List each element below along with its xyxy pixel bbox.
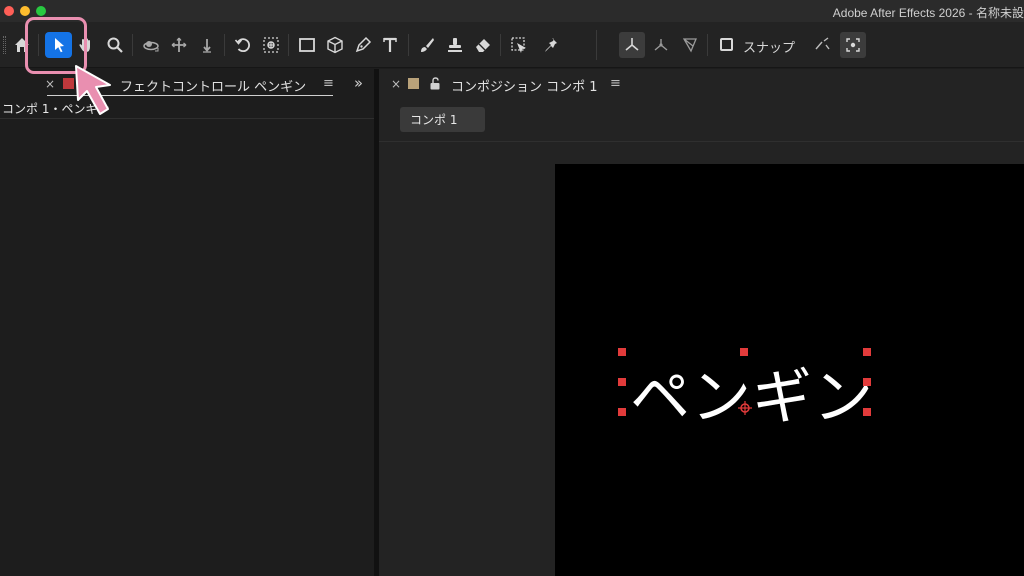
transform-handle[interactable] bbox=[863, 348, 871, 356]
rotate-icon[interactable] bbox=[231, 33, 255, 57]
comp-breadcrumb-button[interactable]: コンポ 1 bbox=[400, 107, 485, 132]
close-tab-icon[interactable]: × bbox=[391, 77, 401, 91]
transform-handle[interactable] bbox=[618, 378, 626, 386]
transform-handle[interactable] bbox=[863, 378, 871, 386]
unlock-icon[interactable] bbox=[429, 75, 441, 90]
transform-handle[interactable] bbox=[618, 408, 626, 416]
minimize-window-button[interactable] bbox=[20, 6, 30, 16]
app-title: Adobe After Effects 2026 - 名称未設 bbox=[832, 6, 1024, 20]
transform-handle[interactable] bbox=[863, 408, 871, 416]
panel-menu-icon[interactable]: ≡ bbox=[610, 76, 621, 91]
transform-handle[interactable] bbox=[618, 348, 626, 356]
axis-view-icon[interactable] bbox=[678, 33, 702, 57]
eraser-icon[interactable] bbox=[471, 33, 495, 57]
panel-menu-icon[interactable]: ≡ bbox=[323, 76, 334, 91]
tools-toolbar: スナップ bbox=[0, 22, 1024, 68]
pan-behind-icon[interactable] bbox=[259, 33, 283, 57]
toolbar-separator bbox=[288, 34, 289, 56]
zoom-window-button[interactable] bbox=[36, 6, 46, 16]
puppet-pin-icon[interactable] bbox=[540, 33, 564, 57]
comp-color-label bbox=[408, 78, 419, 89]
expand-panels-icon[interactable]: ›› bbox=[354, 74, 363, 92]
clone-stamp-icon[interactable] bbox=[443, 33, 467, 57]
3d-cube-icon[interactable] bbox=[323, 33, 347, 57]
toolbar-separator bbox=[596, 30, 597, 60]
panel-divider bbox=[0, 118, 374, 119]
dolly-camera-icon[interactable] bbox=[195, 33, 219, 57]
toolbar-separator bbox=[500, 34, 501, 56]
toolbar-separator bbox=[408, 34, 409, 56]
composition-panel: × コンポジション コンポ 1 ≡ コンポ 1 ペンギン bbox=[379, 69, 1024, 576]
close-window-button[interactable] bbox=[4, 6, 14, 16]
axis-world-icon[interactable] bbox=[649, 33, 673, 57]
composition-tab-label: コンポジション コンポ 1 bbox=[451, 80, 598, 95]
close-tab-icon[interactable]: × bbox=[45, 77, 55, 91]
effect-controls-tab-label: フェクトコントロール ペンギン bbox=[120, 80, 307, 95]
roto-brush-icon[interactable] bbox=[507, 33, 531, 57]
toolbar-grip[interactable] bbox=[3, 36, 6, 54]
toolbar-separator bbox=[132, 34, 133, 56]
orbit-camera-icon[interactable] bbox=[139, 33, 163, 57]
title-bar: Adobe After Effects 2026 - 名称未設 bbox=[0, 0, 1024, 22]
toolbar-separator bbox=[707, 34, 708, 56]
zoom-icon[interactable] bbox=[103, 33, 127, 57]
toolbar-separator bbox=[224, 34, 225, 56]
rectangle-icon[interactable] bbox=[295, 33, 319, 57]
snap-icon[interactable] bbox=[810, 33, 834, 57]
anchor-point-icon[interactable] bbox=[738, 400, 752, 415]
text-icon[interactable] bbox=[379, 33, 403, 57]
transform-handle[interactable] bbox=[740, 348, 748, 356]
effect-controls-panel: × フェクトコントロール ペンギン ≡ ›› コンポ 1・ペンギン bbox=[0, 69, 374, 576]
pointer-arrow-icon bbox=[70, 62, 130, 120]
snap-label: スナップ bbox=[743, 41, 796, 56]
snap-checkbox[interactable] bbox=[720, 38, 733, 51]
pan-camera-icon[interactable] bbox=[167, 33, 191, 57]
snap-extra-icon[interactable] bbox=[840, 32, 866, 58]
text-layer-penguin[interactable]: ペンギン bbox=[630, 349, 874, 436]
brush-icon[interactable] bbox=[415, 33, 439, 57]
pen-icon[interactable] bbox=[351, 33, 375, 57]
axis-local-icon[interactable] bbox=[619, 32, 645, 58]
